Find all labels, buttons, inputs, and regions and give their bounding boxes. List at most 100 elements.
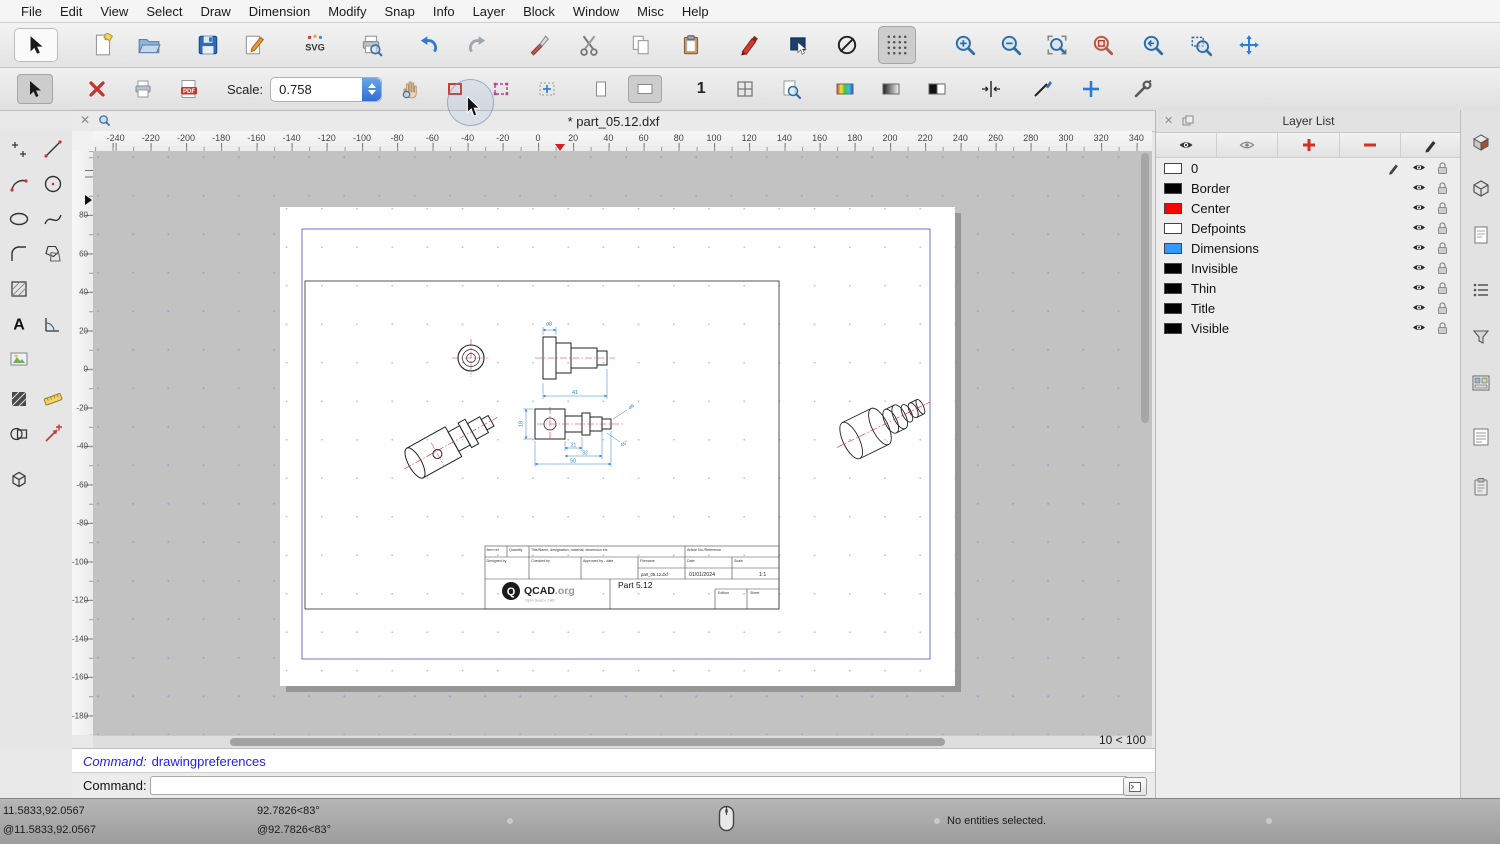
polygon-tool[interactable] [37,238,69,270]
selection-tool-button[interactable] [14,28,58,62]
layer-row[interactable]: Thin [1156,278,1461,298]
library-browser-button[interactable] [1465,367,1497,399]
layer-lock-icon[interactable] [1436,221,1449,235]
svg-export-button[interactable]: SVG [296,26,334,64]
script-shell-button[interactable] [1465,421,1497,453]
command-detach-button[interactable] [1123,777,1147,796]
layer-visibility-icon[interactable] [1411,201,1427,214]
layer-visibility-icon[interactable] [1411,261,1427,274]
command-input[interactable] [150,776,1128,795]
layer-visibility-icon[interactable] [1411,281,1427,294]
dimension-tool[interactable] [37,308,69,340]
menu-item-view[interactable]: View [91,4,137,19]
selection-filter-button[interactable] [1465,321,1497,353]
auto-zoom-button[interactable] [1038,26,1076,64]
snap-tool[interactable] [37,418,69,450]
layer-visibility-icon[interactable] [1411,161,1427,174]
settings-wrench-button[interactable] [1126,75,1160,103]
landscape-page-button[interactable] [628,75,662,103]
drawing-canvas[interactable]: 41 ø8 [93,151,1152,735]
menu-item-layer[interactable]: Layer [464,4,515,19]
cut-reference-button[interactable] [520,26,558,64]
pan-hand-button[interactable] [394,75,428,103]
layer-lock-icon[interactable] [1436,321,1449,335]
menu-item-window[interactable]: Window [564,4,628,19]
cut-button[interactable] [570,26,608,64]
layer-row[interactable]: Defpoints [1156,218,1461,238]
layer-visibility-icon[interactable] [1411,321,1427,334]
zoom-out-button[interactable] [992,26,1030,64]
full-color-button[interactable] [828,75,862,103]
edit-pen-button[interactable] [730,26,768,64]
remove-layer-button[interactable] [1340,133,1401,157]
previous-view-button[interactable] [1134,26,1172,64]
layer-row[interactable]: 0 [1156,158,1461,178]
horizontal-scrollbar-thumb[interactable] [230,738,945,746]
menu-item-info[interactable]: Info [424,4,464,19]
print-preview-button[interactable] [352,26,390,64]
selection-mode-button[interactable] [780,26,818,64]
page-count-button[interactable]: 1 [684,75,718,103]
clear-selection-button[interactable] [828,26,866,64]
line-tool[interactable] [37,133,69,165]
ellipse-tool[interactable] [3,203,35,235]
drawing-preferences-button[interactable] [235,26,273,64]
panel-close-icon[interactable]: ✕ [1164,114,1173,127]
hairline-mode-button[interactable] [974,75,1008,103]
layer-visibility-icon[interactable] [1411,181,1427,194]
layer-lock-icon[interactable] [1436,301,1449,315]
command-history-button[interactable] [1465,274,1497,306]
panel-detach-icon[interactable] [1182,115,1194,127]
boolean-tool[interactable] [3,418,35,450]
pdf-export-button[interactable]: PDF [172,75,206,103]
box-3d-tool[interactable] [3,463,35,495]
scale-combobox[interactable]: 0.758 [270,77,382,102]
text-tool[interactable]: A [3,308,35,340]
layer-lock-icon[interactable] [1436,161,1449,175]
spline-tool[interactable] [37,203,69,235]
print-button[interactable] [126,75,160,103]
zoom-window-button[interactable] [1182,26,1220,64]
multi-page-grid-button[interactable] [728,75,762,103]
menu-item-misc[interactable]: Misc [628,4,673,19]
property-editor-button[interactable] [1465,126,1497,158]
zoom-selection-button[interactable] [1084,26,1122,64]
menu-item-block[interactable]: Block [514,4,564,19]
layer-lock-icon[interactable] [1436,261,1449,275]
circle-tool[interactable] [37,168,69,200]
menu-item-file[interactable]: File [12,4,51,19]
layer-row[interactable]: Dimensions [1156,238,1461,258]
layer-row[interactable]: Invisible [1156,258,1461,278]
layer-row[interactable]: Visible [1156,318,1461,338]
menu-item-draw[interactable]: Draw [191,4,239,19]
measure-tool[interactable] [37,383,69,415]
tab-close-icon[interactable]: ✕ [80,113,90,127]
grayscale-button[interactable] [874,75,908,103]
show-origin-button[interactable] [1074,75,1108,103]
solid-fill-tool[interactable] [3,383,35,415]
close-drawing-button[interactable] [80,75,114,103]
hide-all-layers-button[interactable] [1217,133,1278,157]
block-list-button[interactable] [1465,172,1497,204]
layer-visibility-icon[interactable] [1411,301,1427,314]
hatch-tool[interactable] [3,273,35,305]
selection-pointer-button[interactable] [17,74,53,104]
new-file-button[interactable] [84,26,122,64]
layer-row[interactable]: Title [1156,298,1461,318]
pan-zoom-button[interactable] [1230,26,1268,64]
clipboard-panel-button[interactable] [1465,471,1497,503]
portrait-page-button[interactable] [584,75,618,103]
layer-visibility-icon[interactable] [1411,241,1427,254]
zoom-in-button[interactable] [946,26,984,64]
add-layer-button[interactable] [1278,133,1339,157]
edit-layer-button[interactable] [1401,133,1461,157]
layer-lock-icon[interactable] [1436,281,1449,295]
menu-item-select[interactable]: Select [137,4,191,19]
save-file-button[interactable] [189,26,227,64]
menu-item-dimension[interactable]: Dimension [240,4,319,19]
vertical-scrollbar[interactable] [1141,153,1149,423]
layer-lock-icon[interactable] [1436,241,1449,255]
origin-marker-button[interactable] [530,75,564,103]
arc-tool[interactable] [3,168,35,200]
view-list-button[interactable] [1465,219,1497,251]
